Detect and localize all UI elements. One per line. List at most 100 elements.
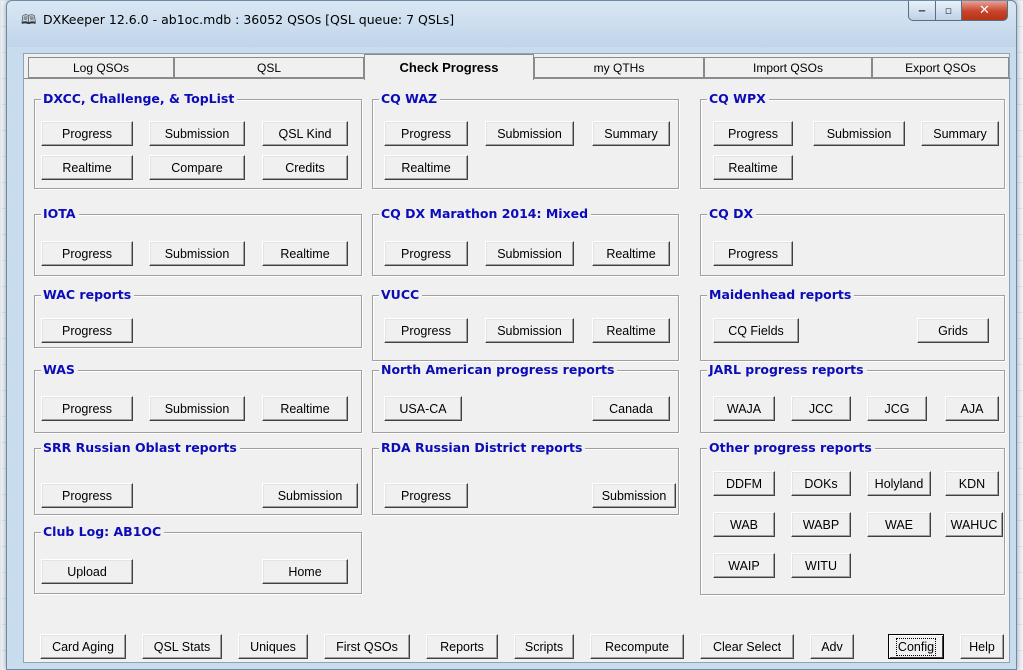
clublog-home-button[interactable]: Home xyxy=(262,559,348,584)
button-label: USA-CA xyxy=(399,401,447,416)
other-wae-button[interactable]: WAE xyxy=(867,512,931,537)
jarl-waja-button[interactable]: WAJA xyxy=(713,396,775,421)
recompute-button[interactable]: Recompute xyxy=(590,634,684,659)
iota-progress-button[interactable]: Progress xyxy=(41,241,133,266)
first-qsos-button[interactable]: First QSOs xyxy=(324,634,410,659)
help-button[interactable]: Help xyxy=(960,634,1004,659)
dxcc-qsl-kind-button[interactable]: QSL Kind xyxy=(262,121,348,146)
other-ddfm-button[interactable]: DDFM xyxy=(713,471,775,496)
was-submission-button[interactable]: Submission xyxy=(149,396,245,421)
cqdx-progress-button[interactable]: Progress xyxy=(713,241,793,266)
group-title: Other progress reports xyxy=(707,440,875,456)
tab-my-qths[interactable]: my QTHs xyxy=(534,57,704,78)
reports-button[interactable]: Reports xyxy=(426,634,498,659)
close-button[interactable]: ✕ xyxy=(962,1,1008,21)
other-wabp-button[interactable]: WABP xyxy=(791,512,851,537)
cqwpx-realtime-button[interactable]: Realtime xyxy=(713,155,793,180)
other-kdn-button[interactable]: KDN xyxy=(945,471,999,496)
tab-import-qsos[interactable]: Import QSOs xyxy=(704,57,872,78)
app-book-icon[interactable]: 🕮 xyxy=(21,14,37,28)
maidenhead-grids-button[interactable]: Grids xyxy=(917,318,989,343)
minimize-icon: ‒ xyxy=(918,4,926,17)
button-label: Progress xyxy=(727,126,779,141)
button-label: Credits xyxy=(285,160,325,175)
jarl-jcg-button[interactable]: JCG xyxy=(867,396,927,421)
uniques-button[interactable]: Uniques xyxy=(238,634,308,659)
button-label: Canada xyxy=(609,401,653,416)
vucc-realtime-button[interactable]: Realtime xyxy=(592,318,670,343)
cqwpx-submission-button[interactable]: Submission xyxy=(813,121,905,146)
tab-log-qsos[interactable]: Log QSOs xyxy=(28,57,174,78)
other-waip-button[interactable]: WAIP xyxy=(713,553,775,578)
cqwaz-submission-button[interactable]: Submission xyxy=(485,121,574,146)
marathon-submission-button[interactable]: Submission xyxy=(485,241,574,266)
other-holyland-button[interactable]: Holyland xyxy=(867,471,931,496)
marathon-progress-button[interactable]: Progress xyxy=(384,241,468,266)
group-title: CQ WPX xyxy=(707,91,769,107)
group-club-log: Club Log: AB1OC Upload Home xyxy=(34,524,362,594)
jarl-aja-button[interactable]: AJA xyxy=(945,396,999,421)
dxcc-compare-button[interactable]: Compare xyxy=(149,155,245,180)
clublog-upload-button[interactable]: Upload xyxy=(41,559,133,584)
srr-progress-button[interactable]: Progress xyxy=(41,483,133,508)
iota-submission-button[interactable]: Submission xyxy=(149,241,245,266)
adv-button[interactable]: Adv xyxy=(810,634,854,659)
wac-progress-button[interactable]: Progress xyxy=(41,318,133,343)
button-label: Uniques xyxy=(250,639,296,654)
button-label: Grids xyxy=(938,323,968,338)
rda-submission-button[interactable]: Submission xyxy=(592,483,676,508)
tab-export-qsos[interactable]: Export QSOs xyxy=(872,57,1009,78)
cqwpx-progress-button[interactable]: Progress xyxy=(713,121,793,146)
button-label: Progress xyxy=(400,323,452,338)
marathon-realtime-button[interactable]: Realtime xyxy=(592,241,670,266)
button-label: Submission xyxy=(497,323,562,338)
other-witu-button[interactable]: WITU xyxy=(791,553,851,578)
iota-realtime-button[interactable]: Realtime xyxy=(262,241,348,266)
other-wahuc-button[interactable]: WAHUC xyxy=(945,512,1003,537)
cqwaz-summary-button[interactable]: Summary xyxy=(592,121,670,146)
jarl-jcc-button[interactable]: JCC xyxy=(791,396,851,421)
title-bar[interactable]: 🕮 DXKeeper 12.6.0 - ab1oc.mdb : 36052 QS… xyxy=(7,1,1016,47)
maximize-button[interactable]: ▫ xyxy=(936,1,962,21)
dxcc-progress-button[interactable]: Progress xyxy=(41,121,133,146)
group-dxcc: DXCC, Challenge, & TopList Progress Subm… xyxy=(34,91,362,189)
config-button[interactable]: Config xyxy=(888,634,944,659)
was-realtime-button[interactable]: Realtime xyxy=(262,396,348,421)
button-label: Help xyxy=(969,639,995,654)
clear-select-button[interactable]: Clear Select xyxy=(700,634,794,659)
group-title: IOTA xyxy=(41,206,79,222)
scripts-button[interactable]: Scripts xyxy=(514,634,574,659)
other-doks-button[interactable]: DOKs xyxy=(791,471,851,496)
northam-canada-button[interactable]: Canada xyxy=(592,396,670,421)
qsl-stats-button[interactable]: QSL Stats xyxy=(142,634,222,659)
button-label: WAHUC xyxy=(950,517,998,532)
maidenhead-cq-fields-button[interactable]: CQ Fields xyxy=(713,318,799,343)
button-label: Progress xyxy=(400,246,452,261)
button-label: Submission xyxy=(164,246,230,261)
rda-progress-button[interactable]: Progress xyxy=(384,483,468,508)
group-title: RDA Russian District reports xyxy=(379,440,586,456)
cqwaz-progress-button[interactable]: Progress xyxy=(384,121,468,146)
tab-check-progress[interactable]: Check Progress xyxy=(364,54,534,80)
other-wab-button[interactable]: WAB xyxy=(713,512,775,537)
dxcc-credits-button[interactable]: Credits xyxy=(262,155,348,180)
tab-qsl[interactable]: QSL xyxy=(174,57,364,78)
vucc-progress-button[interactable]: Progress xyxy=(384,318,468,343)
vucc-submission-button[interactable]: Submission xyxy=(485,318,574,343)
cqwpx-summary-button[interactable]: Summary xyxy=(921,121,999,146)
button-label: Submission xyxy=(497,246,562,261)
dxcc-realtime-button[interactable]: Realtime xyxy=(41,155,133,180)
button-label: Holyland xyxy=(874,476,924,491)
was-progress-button[interactable]: Progress xyxy=(41,396,133,421)
button-label: WAJA xyxy=(726,401,762,416)
card-aging-button[interactable]: Card Aging xyxy=(40,634,126,659)
tab-label: Check Progress xyxy=(399,60,499,75)
dxkeeper-window: 🕮 DXKeeper 12.6.0 - ab1oc.mdb : 36052 QS… xyxy=(6,0,1017,670)
cqwaz-realtime-button[interactable]: Realtime xyxy=(384,155,468,180)
tab-label: Log QSOs xyxy=(72,60,130,75)
minimize-button[interactable]: ‒ xyxy=(908,1,936,21)
tab-label: my QTHs xyxy=(593,60,645,75)
northam-usa-ca-button[interactable]: USA-CA xyxy=(384,396,462,421)
dxcc-submission-button[interactable]: Submission xyxy=(149,121,245,146)
srr-submission-button[interactable]: Submission xyxy=(262,483,358,508)
